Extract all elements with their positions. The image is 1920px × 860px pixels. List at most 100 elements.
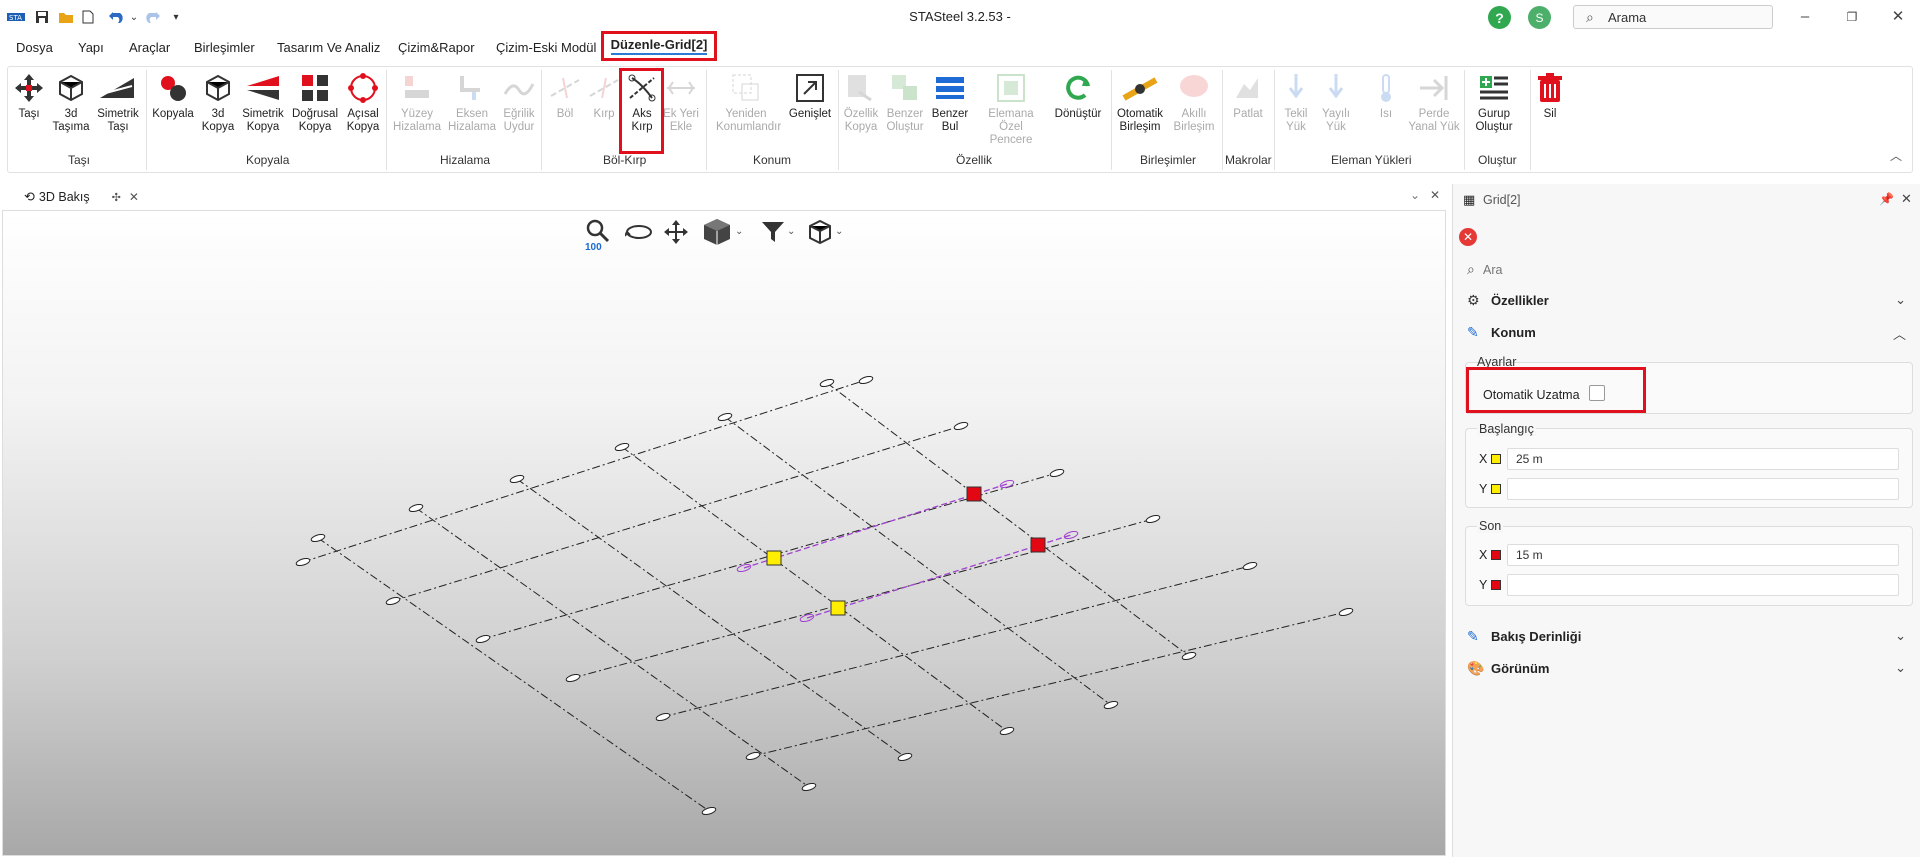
son-y-field[interactable]: [1507, 574, 1899, 596]
section-konum[interactable]: ✎ Konum: [1467, 324, 1536, 341]
ribbon-button-delete[interactable]: Sil: [1520, 72, 1580, 121]
menu-tab-dosya[interactable]: Dosya: [16, 40, 53, 55]
grid-axis-line[interactable]: [724, 416, 1112, 706]
grid-axis-line[interactable]: [317, 537, 710, 812]
view-close-icon[interactable]: ✕: [1430, 188, 1440, 202]
grid-bubble: [858, 375, 874, 385]
mirror-copy-icon: [233, 72, 293, 108]
filter-icon[interactable]: [761, 220, 785, 247]
section-gorunum[interactable]: 🎨 Görünüm: [1467, 660, 1550, 677]
pin-icon[interactable]: ✣: [112, 191, 121, 204]
grid-bubble: [655, 712, 671, 722]
grid-axis-line[interactable]: [415, 507, 810, 788]
grid-axis-line[interactable]: [621, 446, 1008, 732]
section-dropdown-icon[interactable]: ⌄: [835, 226, 843, 237]
panel-pin-icon[interactable]: 📌: [1879, 192, 1894, 206]
baslangic-x-field[interactable]: 25 m: [1507, 448, 1899, 470]
section-bakis-derinligi[interactable]: ✎ Bakış Derinliği: [1467, 628, 1581, 645]
ribbon-button-auto-connection[interactable]: Otomatik Birleşim: [1110, 72, 1170, 134]
panel-close-icon[interactable]: ✕: [1901, 191, 1912, 207]
aks-kirp-highlight: [619, 68, 664, 154]
smart-connection-icon: [1164, 72, 1224, 108]
menu-tab-cizim-eski[interactable]: Çizim-Eski Modül: [496, 40, 596, 55]
ribbon-button-member-window[interactable]: Elemana Özel Pencere: [981, 72, 1041, 147]
ribbon-button-wall-lateral-load[interactable]: Perde Yanal Yük: [1404, 72, 1464, 134]
ribbon-button-label: Simetrik: [97, 108, 139, 120]
section-bakis-label: Bakış Derinliği: [1491, 629, 1582, 644]
ribbon-separator: [1111, 70, 1112, 170]
chevron-down-icon[interactable]: ⌄: [1895, 292, 1906, 308]
end-handle[interactable]: [966, 486, 982, 502]
grid-bubble: [1242, 561, 1258, 571]
end-handle[interactable]: [1030, 537, 1046, 553]
minimize-button[interactable]: –: [1795, 8, 1815, 26]
menu-tab-yapi[interactable]: Yapı: [78, 40, 104, 55]
user-avatar[interactable]: S: [1528, 6, 1551, 29]
chevron-down-icon[interactable]: ⌄: [1895, 628, 1906, 644]
group-label-ozellik: Özellik: [956, 153, 993, 167]
section-box-icon[interactable]: [807, 219, 833, 248]
grid-model-svg[interactable]: [3, 211, 1447, 857]
section-ozellikler[interactable]: ⚙ Özellikler: [1467, 292, 1549, 309]
help-icon[interactable]: ?: [1488, 6, 1511, 29]
ribbon-collapse-icon[interactable]: ︿: [1890, 147, 1902, 164]
selected-axes[interactable]: [736, 479, 1079, 623]
panel-search[interactable]: ⌕: [1463, 258, 1915, 282]
3d-viewport[interactable]: [2, 210, 1446, 856]
rotate-icon[interactable]: [624, 221, 653, 246]
grid-axis-line[interactable]: [516, 478, 906, 758]
ribbon-button-angular-copy[interactable]: Açısal Kopya: [333, 72, 393, 134]
grid-bubble: [999, 726, 1015, 736]
menu-tab-tasarim[interactable]: Tasarım Ve Analiz: [277, 40, 380, 55]
ribbon-separator: [386, 70, 387, 170]
grid-axis-line[interactable]: [572, 518, 1154, 679]
baslangic-x-label: X: [1479, 452, 1488, 466]
member-window-icon: [981, 72, 1041, 108]
pan-icon[interactable]: [663, 219, 689, 248]
baslangic-y-field[interactable]: [1507, 478, 1899, 500]
menu-tab-duzenle-grid[interactable]: Düzenle-Grid[2]: [601, 31, 717, 61]
panel-search-input[interactable]: [1483, 260, 1903, 280]
global-search[interactable]: ⌕ Arama: [1573, 5, 1773, 29]
chevron-up-icon[interactable]: ︿: [1893, 324, 1906, 343]
menu-tab-birlesimler[interactable]: Birleşimler: [194, 40, 255, 55]
start-handle[interactable]: [766, 550, 782, 566]
reposition-icon: [716, 72, 776, 108]
menu-tab-cizim-rapor[interactable]: Çizim&Rapor: [398, 40, 475, 55]
ribbon-button-mirror-move[interactable]: Simetrik Taşı: [88, 72, 148, 134]
view-cube-dropdown-icon[interactable]: ⌄: [735, 226, 743, 237]
filter-dropdown-icon[interactable]: ⌄: [787, 226, 795, 237]
view-cube-icon[interactable]: [702, 218, 732, 249]
ribbon-separator: [838, 70, 839, 170]
view-dropdown-icon[interactable]: ⌄: [1410, 188, 1420, 202]
restore-button[interactable]: ❐: [1842, 8, 1862, 26]
view-tab-3d[interactable]: ⟲ 3D Bakış ✣ ✕: [10, 184, 140, 210]
ribbon-button-label: Dönüştür: [1054, 108, 1102, 120]
grid-axis-line[interactable]: [826, 382, 1190, 657]
ribbon-button-convert[interactable]: Dönüştür: [1048, 72, 1108, 121]
group-label-kopyala: Kopyala: [246, 153, 290, 167]
3d-view-icon: ⟲: [24, 189, 35, 204]
ribbon-button-reposition[interactable]: Yeniden Konumlandır: [716, 72, 781, 134]
grid-axes: [302, 379, 1347, 812]
convert-icon: [1048, 72, 1108, 108]
panel-search-icon: ⌕: [1467, 261, 1475, 277]
ribbon-button-mirror-copy[interactable]: Simetrik Kopya: [233, 72, 293, 134]
ribbon-button-smart-connection[interactable]: Akıllı Birleşim: [1164, 72, 1224, 134]
ribbon-button-find-similar[interactable]: Benzer Bul: [920, 72, 980, 134]
chevron-down-icon[interactable]: ⌄: [1895, 660, 1906, 676]
grid-axis-line[interactable]: [302, 379, 867, 563]
ribbon-button-label: Yeniden: [725, 108, 767, 120]
ribbon-button-group-create[interactable]: Gurup Oluştur: [1464, 72, 1524, 134]
grid-axis-line[interactable]: [752, 611, 1347, 757]
ribbon-button-label: Yük: [1326, 121, 1346, 133]
start-handle[interactable]: [830, 600, 846, 616]
ribbon-button-surface-align[interactable]: Yüzey Hizalama: [387, 72, 447, 134]
otomatik-uzatma-highlight: [1466, 367, 1646, 413]
grid-axis-line[interactable]: [392, 425, 962, 602]
view-tab-close-icon[interactable]: ✕: [129, 190, 139, 204]
menu-tab-araclar[interactable]: Araçlar: [129, 40, 170, 55]
close-window-button[interactable]: ✕: [1888, 8, 1908, 26]
view-tab-label: 3D Bakış: [38, 190, 90, 204]
son-x-field[interactable]: 15 m: [1507, 544, 1899, 566]
